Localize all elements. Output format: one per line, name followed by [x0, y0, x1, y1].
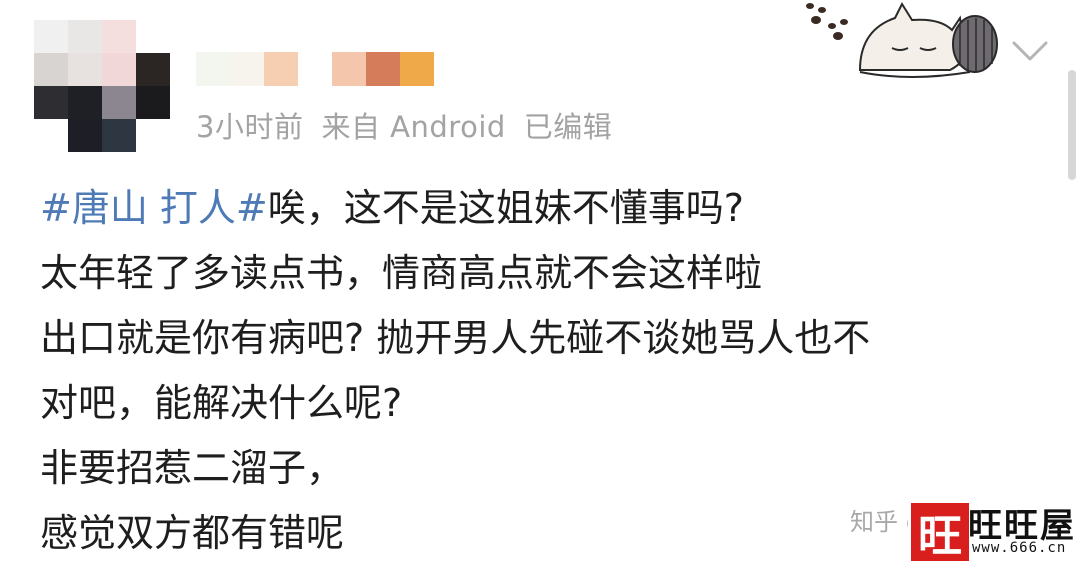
username[interactable]: [196, 52, 434, 86]
edited-label[interactable]: 已编辑: [524, 110, 613, 144]
post-time: 3小时前: [196, 110, 304, 144]
hashtag-link[interactable]: #唐山 打人#: [40, 186, 268, 230]
content-line: 出口就是你有病吧? 抛开男人先碰不谈她骂人也不: [40, 316, 871, 360]
avatar[interactable]: [34, 20, 170, 152]
chevron-down-icon[interactable]: [1012, 40, 1048, 62]
sleeping-cat-sticker: [806, 1, 998, 78]
site-logo-url: www.666.cn: [972, 540, 1067, 556]
site-logo-icon: 旺: [908, 500, 972, 562]
weibo-post: 3小时前 来自 Android 已编辑 #唐山 打人#唉，这不是这姐妹不懂事吗? 太…: [0, 0, 1080, 562]
content-line: 太年轻了多读点书，情商高点就不会这样啦: [40, 251, 763, 295]
content-line: 对吧，能解决什么呢?: [40, 381, 403, 425]
content-line: #唐山 打人#唉，这不是这姐妹不懂事吗?: [40, 176, 1050, 241]
scrollbar[interactable]: [1068, 70, 1076, 180]
content-text: 唉，这不是这姐妹不懂事吗?: [267, 186, 744, 230]
post-meta: 3小时前 来自 Android 已编辑: [196, 104, 630, 146]
content-line: 非要招惹二溜子，: [40, 446, 345, 490]
post-source[interactable]: 来自 Android: [321, 110, 505, 144]
